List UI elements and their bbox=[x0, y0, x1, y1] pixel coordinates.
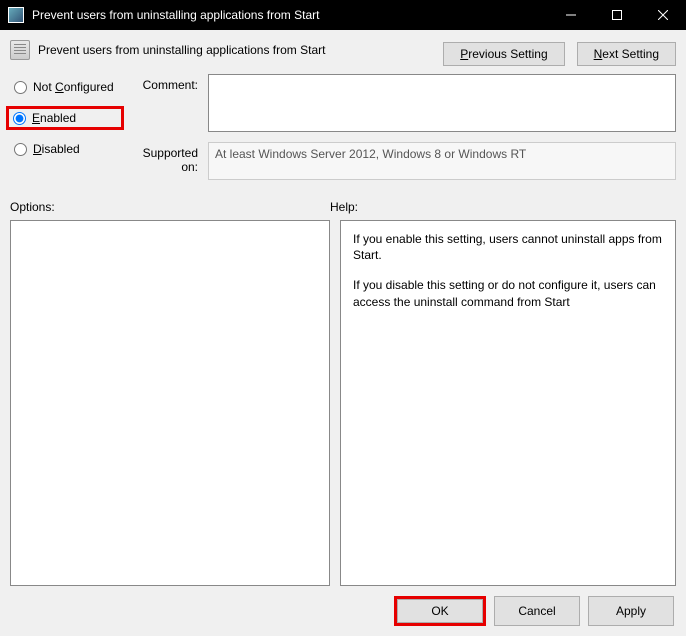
supported-on-label: Supported on: bbox=[128, 142, 208, 174]
options-label: Options: bbox=[10, 200, 330, 214]
comment-textarea[interactable] bbox=[208, 74, 676, 132]
ok-button[interactable]: OK bbox=[397, 599, 483, 623]
app-icon bbox=[8, 7, 24, 23]
cancel-button[interactable]: Cancel bbox=[494, 596, 580, 626]
help-pane[interactable]: If you enable this setting, users cannot… bbox=[340, 220, 676, 586]
help-paragraph: If you enable this setting, users cannot… bbox=[353, 231, 663, 263]
help-label: Help: bbox=[330, 200, 676, 214]
next-setting-button[interactable]: Next Setting bbox=[577, 42, 676, 66]
comment-label: Comment: bbox=[128, 74, 208, 92]
previous-setting-button[interactable]: Previous Setting bbox=[443, 42, 564, 66]
minimize-button[interactable] bbox=[548, 0, 594, 30]
radio-not-configured[interactable]: Not Configured bbox=[10, 78, 120, 96]
supported-on-text: At least Windows Server 2012, Windows 8 … bbox=[208, 142, 676, 180]
options-pane[interactable] bbox=[10, 220, 330, 586]
apply-button[interactable]: Apply bbox=[588, 596, 674, 626]
radio-disabled[interactable]: Disabled bbox=[10, 140, 120, 158]
policy-title: Prevent users from uninstalling applicat… bbox=[38, 40, 443, 57]
help-paragraph: If you disable this setting or do not co… bbox=[353, 277, 663, 309]
state-radio-group: Not Configured Enabled Disabled bbox=[10, 74, 120, 190]
window-title: Prevent users from uninstalling applicat… bbox=[32, 8, 548, 22]
close-button[interactable] bbox=[640, 0, 686, 30]
maximize-button[interactable] bbox=[594, 0, 640, 30]
client-area: Prevent users from uninstalling applicat… bbox=[0, 30, 686, 636]
policy-icon bbox=[10, 40, 30, 60]
radio-enabled[interactable]: Enabled bbox=[9, 109, 101, 127]
title-bar: Prevent users from uninstalling applicat… bbox=[0, 0, 686, 30]
